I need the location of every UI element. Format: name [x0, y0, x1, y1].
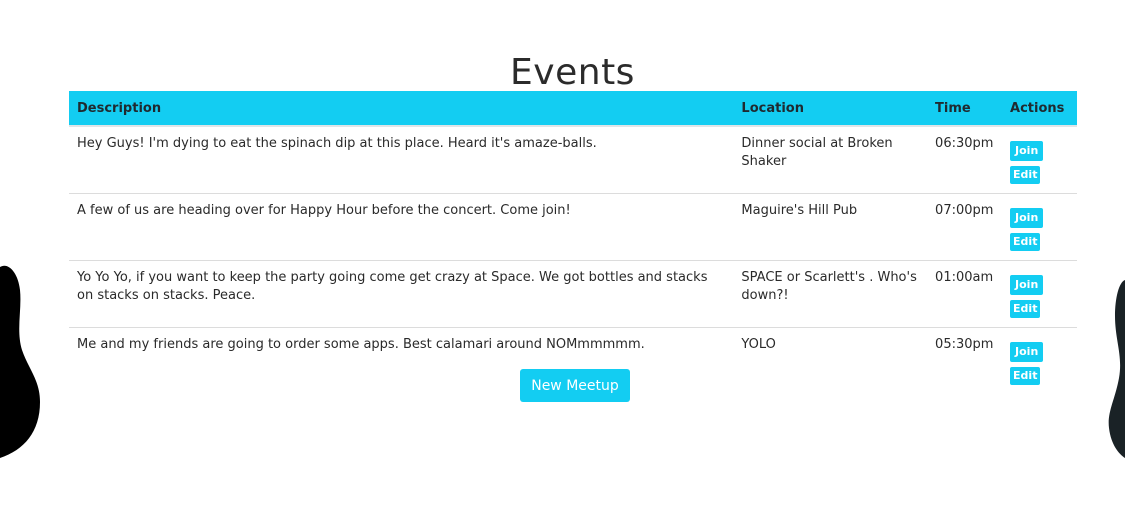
- table-row: Yo Yo Yo, if you want to keep the party …: [69, 259, 1077, 327]
- event-time: 05:30pm: [927, 326, 1003, 394]
- guitar-silhouette-right: [1108, 280, 1125, 458]
- table-header: Description Location Time Actions: [69, 91, 1077, 127]
- event-time: 07:00pm: [927, 192, 1003, 260]
- event-description: Me and my friends are going to order som…: [69, 326, 734, 394]
- column-header-location: Location: [733, 91, 928, 127]
- join-button[interactable]: Join: [1010, 341, 1044, 362]
- event-location: SPACE or Scarlett's . Who's down?!: [733, 259, 928, 327]
- column-header-time: Time: [927, 91, 1003, 127]
- event-location: YOLO: [733, 326, 928, 394]
- column-header-actions: Actions: [1002, 91, 1077, 127]
- edit-button[interactable]: Edit: [1010, 166, 1041, 184]
- join-button[interactable]: Join: [1010, 207, 1044, 228]
- event-actions: Join Edit: [1002, 192, 1077, 260]
- page-title: Events: [510, 52, 635, 94]
- event-description: A few of us are heading over for Happy H…: [69, 192, 734, 260]
- column-header-description: Description: [69, 91, 734, 127]
- event-location: Maguire's Hill Pub: [733, 192, 928, 260]
- event-description: Hey Guys! I'm dying to eat the spinach d…: [77, 136, 597, 151]
- edit-button[interactable]: Edit: [1010, 299, 1041, 318]
- event-time: 06:30pm: [935, 136, 994, 151]
- event-location: Dinner social at Broken Shaker: [741, 136, 893, 169]
- join-button[interactable]: Join: [1010, 274, 1044, 295]
- edit-button[interactable]: Edit: [1010, 232, 1041, 251]
- table-row: A few of us are heading over for Happy H…: [69, 192, 1077, 260]
- event-actions: Join Edit: [1002, 126, 1077, 193]
- event-time: 01:00am: [927, 259, 1003, 327]
- event-actions: Join Edit: [1002, 326, 1077, 394]
- event-description: Yo Yo Yo, if you want to keep the party …: [69, 259, 734, 327]
- event-actions: Join Edit: [1002, 259, 1077, 327]
- events-table: Description Location Time Actions Hey Gu…: [69, 91, 1077, 394]
- table-row: Hey Guys! I'm dying to eat the spinach d…: [69, 126, 1077, 193]
- edit-button[interactable]: Edit: [1010, 366, 1041, 385]
- page: Events Description Location Time Actions…: [0, 0, 1125, 521]
- guitar-silhouette-left: [0, 265, 40, 458]
- join-button[interactable]: Join: [1010, 141, 1044, 161]
- new-meetup-button[interactable]: New Meetup: [520, 369, 630, 402]
